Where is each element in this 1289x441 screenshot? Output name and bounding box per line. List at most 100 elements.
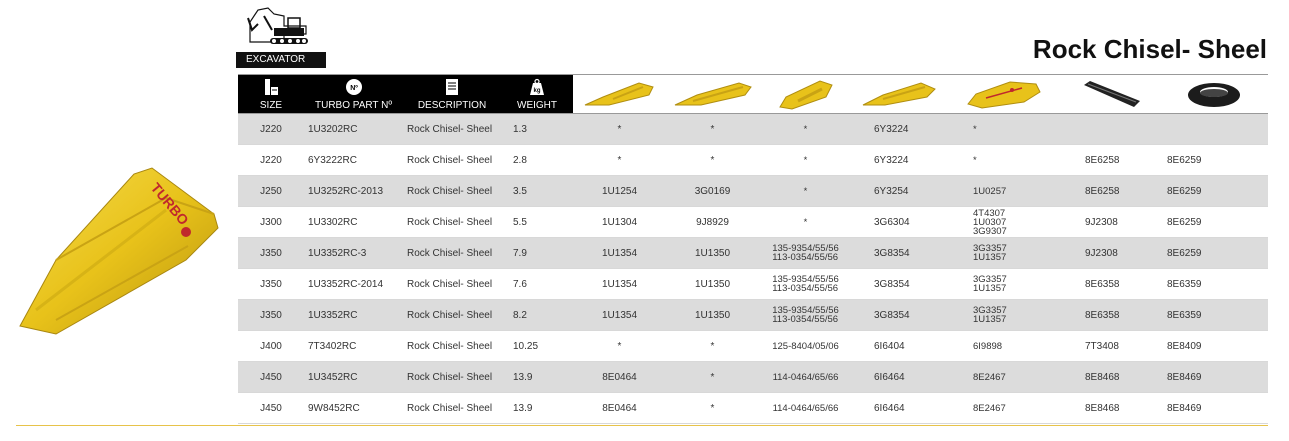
- cell-c3: 114-0464/65/66: [759, 362, 852, 392]
- cell-c7: 8E8409: [1167, 340, 1202, 352]
- cell-c7: 8E6359: [1167, 309, 1202, 321]
- cell-c3: 135-9354/55/56 113-0354/55/56: [759, 238, 852, 268]
- product-image: TURBO: [16, 150, 222, 340]
- cell-size: J220: [260, 154, 282, 166]
- excavator-icon: [247, 7, 308, 44]
- cell-c5: 8E2467: [945, 362, 1063, 392]
- cell-c6: 7T3408: [1085, 340, 1119, 352]
- cell-c2: *: [710, 154, 715, 166]
- category-label: EXCAVATOR: [236, 52, 326, 68]
- retainer-icon: [1187, 83, 1240, 107]
- cell-c3: 135-9354/55/56 113-0354/55/56: [759, 300, 852, 330]
- cell-c5: 4T4307 1U0307 3G9307: [945, 207, 1063, 237]
- cell-size: J450: [260, 402, 282, 414]
- tooth-5-icon: [967, 81, 1041, 109]
- table-row: J450 1U3452RC Rock Chisel- Sheel 13.9 8E0464…: [238, 362, 1268, 393]
- cell-weight: 13.9: [513, 371, 533, 383]
- cell-line: 113-0354/55/56: [772, 252, 839, 263]
- bottom-rule: [16, 425, 1268, 426]
- cell-part: 1U3352RC-2014: [308, 278, 384, 290]
- cell-part: 1U3352RC-3: [308, 247, 367, 259]
- cell-line: 113-0354/55/56: [772, 314, 839, 325]
- cell-line: *: [803, 154, 808, 166]
- cell-c6: 8E6358: [1085, 278, 1120, 290]
- col-tooth-2-header: [666, 75, 759, 113]
- cell-c5: 8E2467: [945, 393, 1063, 423]
- tooth-1-icon: [584, 82, 654, 106]
- cell-size: J450: [260, 371, 282, 383]
- tooth-2-icon: [674, 82, 752, 106]
- part-number-icon: Nº: [345, 79, 362, 95]
- cell-c3: *: [759, 176, 852, 206]
- table-row: J350 1U3352RC-2014 Rock Chisel- Sheel 7.6 1U…: [238, 269, 1268, 300]
- cell-desc: Rock Chisel- Sheel: [407, 340, 493, 352]
- cell-part: 1U3252RC-2013: [308, 185, 384, 197]
- cell-c1: 8E0464: [602, 402, 637, 414]
- cell-weight: 7.9: [513, 247, 527, 259]
- cell-c1: 1U1354: [601, 309, 638, 321]
- cell-desc: Rock Chisel- Sheel: [407, 123, 493, 135]
- cell-line: *: [803, 185, 808, 197]
- cell-c4: 3G8354: [874, 247, 910, 259]
- size-icon: [265, 79, 278, 95]
- cell-c6: 8E6258: [1085, 154, 1120, 166]
- cell-c4: 6Y3224: [874, 154, 909, 166]
- cell-desc: Rock Chisel- Sheel: [407, 185, 493, 197]
- cell-line: 114-0464/65/66: [772, 402, 839, 414]
- cell-c1: 1U1354: [601, 278, 638, 290]
- cell-desc: Rock Chisel- Sheel: [407, 154, 493, 166]
- cell-desc: Rock Chisel- Sheel: [407, 216, 493, 228]
- page-title: Rock Chisel- Sheel: [1032, 34, 1267, 64]
- cell-c6: 9J2308: [1085, 216, 1118, 228]
- cell-weight: 2.8: [513, 154, 527, 166]
- cell-line: *: [973, 123, 977, 135]
- cell-part: 7T3402RC: [308, 340, 357, 352]
- cell-c6: 8E6258: [1085, 185, 1120, 197]
- cell-weight: 10.25: [513, 340, 539, 352]
- col-tooth-5-header: [945, 75, 1063, 113]
- col-description-header: DESCRIPTION: [403, 75, 501, 113]
- tooth-3-icon: [778, 80, 833, 110]
- cell-weight: 13.9: [513, 402, 533, 414]
- cell-c2: 3G0169: [694, 185, 731, 197]
- cell-desc: Rock Chisel- Sheel: [407, 309, 493, 321]
- cell-line: 1U1357: [973, 283, 1007, 294]
- cell-c7: 8E6359: [1167, 278, 1202, 290]
- table-row: J400 7T3402RC Rock Chisel- Sheel 10.25 * * 125…: [238, 331, 1268, 362]
- cell-c2: *: [710, 371, 715, 383]
- cell-size: J350: [260, 247, 282, 259]
- col-retainer-header: [1159, 75, 1268, 113]
- table-row: J450 9W8452RC Rock Chisel- Sheel 13.9 8E0464…: [238, 393, 1268, 424]
- cell-c3: 114-0464/65/66: [759, 393, 852, 423]
- table-row: J350 1U3352RC-3 Rock Chisel- Sheel 7.9 1U135…: [238, 238, 1268, 269]
- cell-c5: 3G3357 1U1357: [945, 300, 1063, 330]
- cell-weight: 8.2: [513, 309, 527, 321]
- cell-c7: 8E6259: [1167, 154, 1202, 166]
- cell-c4: 3G6304: [874, 216, 910, 228]
- cell-c6: 8E8468: [1085, 371, 1120, 383]
- cell-c1: *: [617, 154, 622, 166]
- cell-weight: 5.5: [513, 216, 527, 228]
- cell-line: 113-0354/55/56: [772, 283, 839, 294]
- cell-c5: *: [945, 145, 1063, 175]
- table-body: J220 1U3202RC Rock Chisel- Sheel 1.3 * * * 6Y32…: [238, 114, 1268, 424]
- cell-c4: 6I6404: [874, 340, 905, 352]
- cell-c6: [1063, 114, 1159, 144]
- cell-desc: Rock Chisel- Sheel: [407, 402, 493, 414]
- cell-c1: 8E0464: [602, 371, 637, 383]
- cell-c2: 9J8929: [696, 216, 729, 228]
- cell-part: 1U3352RC: [308, 309, 358, 321]
- table-row: J220 6Y3222RC Rock Chisel- Sheel 2.8 * * * 6Y32…: [238, 145, 1268, 176]
- cell-part: 1U3202RC: [308, 123, 358, 135]
- col-weight-header: kg WEIGHT: [501, 75, 573, 113]
- col-tooth-1-header: [573, 75, 666, 113]
- cell-c7: 8E8469: [1167, 371, 1202, 383]
- cell-c2: 1U1350: [694, 278, 731, 290]
- cell-c5: 3G3357 1U1357: [945, 269, 1063, 299]
- table-header: SIZE Nº TURBO PART Nº DESCRIPTION kg WEI…: [238, 74, 1268, 114]
- cell-c7: 8E6259: [1167, 247, 1202, 259]
- cell-c5: *: [945, 114, 1063, 144]
- cell-c7: 8E6259: [1167, 216, 1202, 228]
- tooth-4-icon: [862, 82, 936, 106]
- cell-weight: 7.6: [513, 278, 527, 290]
